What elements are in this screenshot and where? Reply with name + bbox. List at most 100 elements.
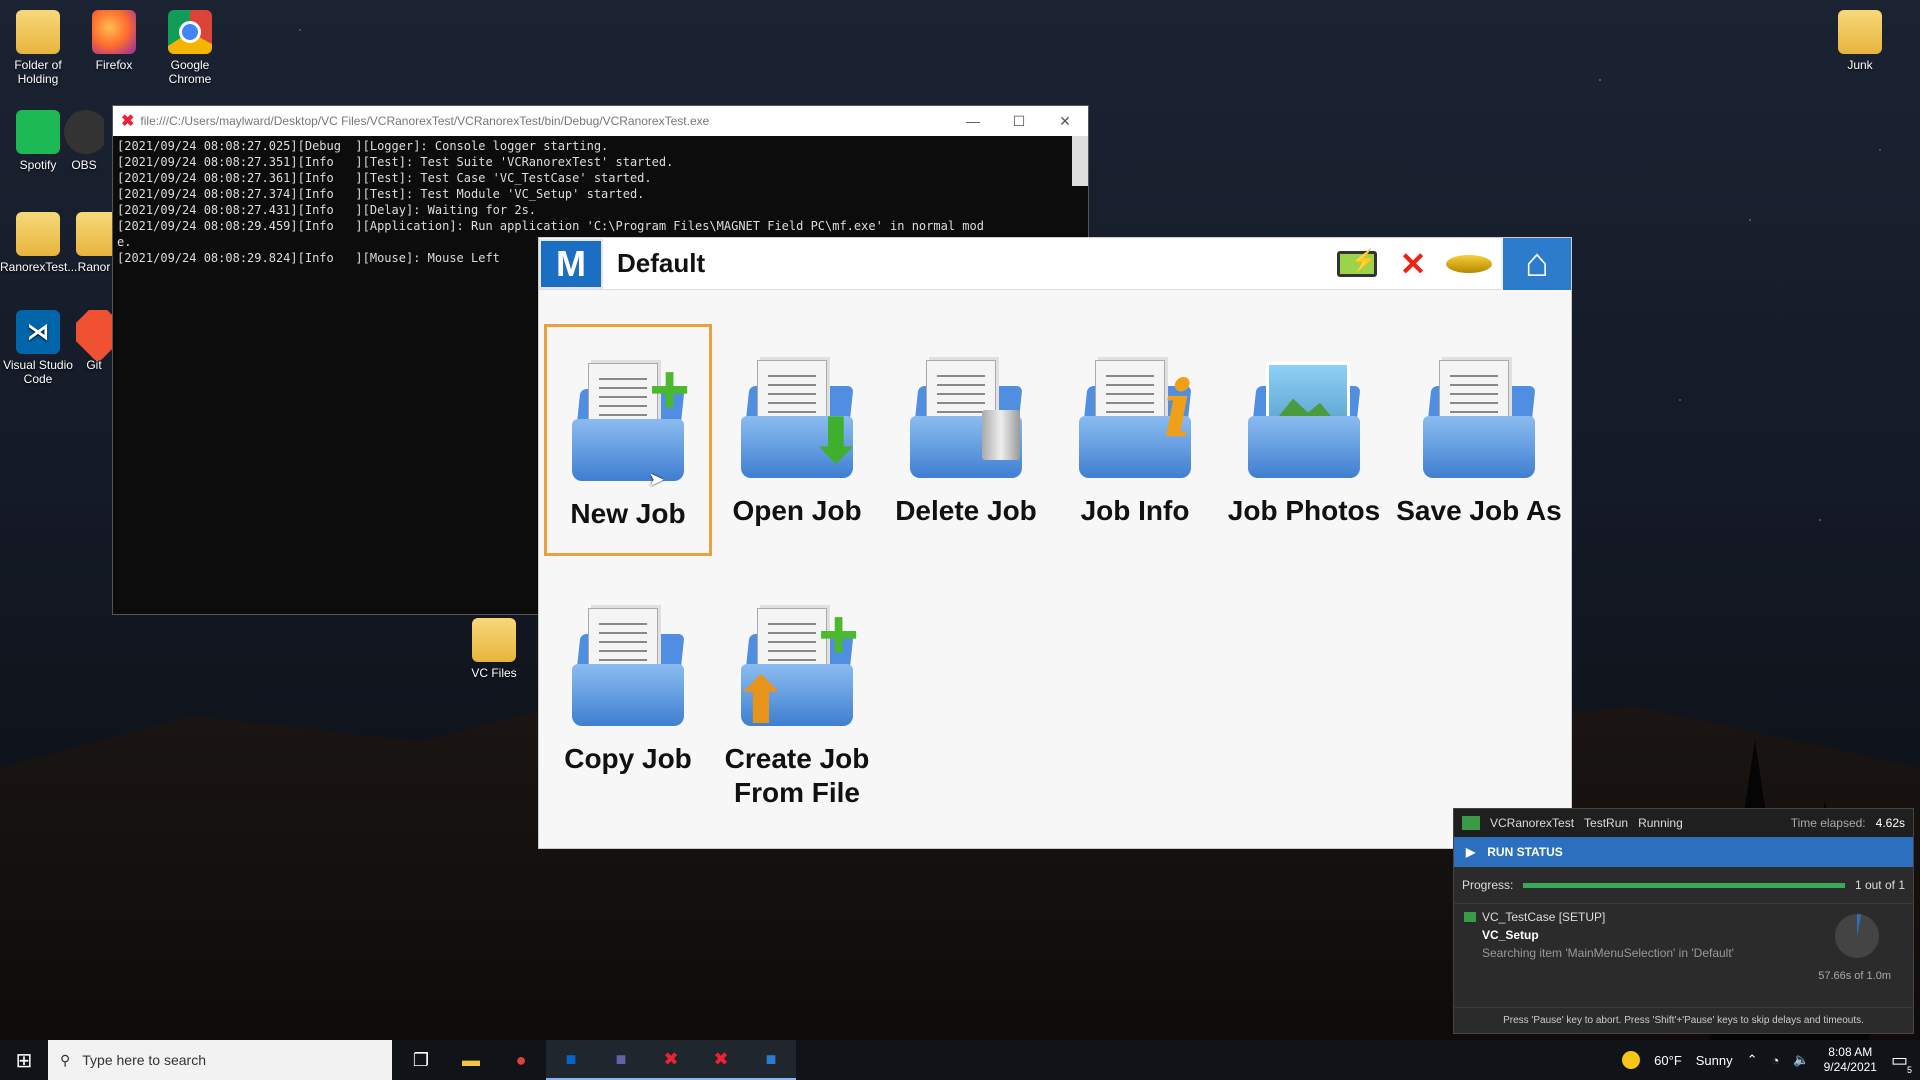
job-info-icon: i — [1065, 346, 1205, 486]
timeout-pie-icon — [1835, 914, 1879, 958]
timeout-text: 57.66s of 1.0m — [1818, 970, 1891, 982]
desktop-icon-ranorextest[interactable]: RanorexTest... — [0, 212, 77, 274]
console-line: [2021/09/24 08:08:29.824][Info ][Mouse]:… — [117, 251, 500, 265]
folder-icon — [16, 212, 60, 256]
console-line: e. — [117, 235, 132, 249]
save-job-as-button[interactable]: Save Job As — [1389, 346, 1569, 528]
clock[interactable]: 8:08 AM 9/24/2021 — [1824, 1045, 1877, 1075]
search-placeholder: Type here to search — [82, 1052, 207, 1068]
create-job-from-file-button[interactable]: + ⬆ Create Job From File — [713, 594, 881, 810]
mouse-cursor-icon: ➤ — [648, 469, 665, 491]
test-case-name: VC_TestCase [SETUP] — [1482, 910, 1606, 924]
maximize-button[interactable]: ☐ — [996, 113, 1042, 130]
task-view-icon[interactable]: ❐ — [396, 1040, 446, 1080]
copy-job-icon — [558, 594, 698, 734]
console-line: [2021/09/24 08:08:27.025][Debug ][Logger… — [117, 139, 609, 153]
desktop-icon-obs[interactable]: OBS — [64, 110, 104, 172]
console-line: [2021/09/24 08:08:29.459][Info ][Applica… — [117, 219, 984, 233]
desktop-icon-vscode[interactable]: ⋊ Visual Studio Code — [0, 310, 76, 386]
weather-sun-icon[interactable] — [1622, 1051, 1641, 1069]
magnet-field-window[interactable]: M Default ✕ ⌂ + ➤ New Job ⬇ Open Job Del… — [538, 237, 1572, 849]
job-photos-icon — [1234, 346, 1374, 486]
ranorex-icon: ✖ — [121, 113, 135, 130]
taskbar-search[interactable]: ⚲ Type here to search — [48, 1040, 392, 1080]
desktop-icon-junk[interactable]: Junk — [1822, 10, 1898, 72]
job-info-button[interactable]: i Job Info — [1051, 346, 1219, 528]
weather-desc[interactable]: Sunny — [1696, 1053, 1733, 1068]
desktop-icon-vc-files[interactable]: VC Files — [456, 618, 532, 680]
magnet-logo-button[interactable]: M — [539, 238, 603, 289]
console-line: [2021/09/24 08:08:27.431][Info ][Delay]:… — [117, 203, 537, 217]
notification-center-button[interactable]: ▭ 5 — [1890, 1049, 1912, 1075]
teams-icon[interactable]: ■ — [596, 1040, 646, 1080]
windows-icon: ⊞ — [15, 1049, 33, 1072]
folder-icon — [16, 10, 60, 54]
test-case-icon — [1464, 912, 1476, 922]
create-job-from-file-icon: + ⬆ — [735, 595, 859, 736]
weather-temp[interactable]: 60°F — [1654, 1053, 1682, 1068]
notification-count: 5 — [1906, 1064, 1912, 1075]
job-photos-button[interactable]: Job Photos — [1220, 346, 1388, 528]
desktop-icon-ranor[interactable]: Ranor — [76, 212, 112, 274]
desktop-icon-folder-of-holding[interactable]: Folder of Holding — [0, 10, 76, 86]
close-button[interactable]: ✕ — [1042, 113, 1088, 130]
progress-bar — [1523, 882, 1845, 888]
save-job-as-icon — [1409, 346, 1549, 486]
file-explorer-icon[interactable]: ▬ — [446, 1040, 496, 1080]
chrome-icon — [168, 10, 212, 54]
firefox-icon — [92, 10, 136, 54]
battery-icon[interactable] — [1333, 242, 1381, 286]
home-button[interactable]: ⌂ — [1501, 237, 1571, 290]
folder-icon — [472, 618, 516, 662]
search-icon: ⚲ — [60, 1051, 71, 1068]
receiver-icon[interactable] — [1445, 242, 1493, 286]
folder-icon — [1838, 10, 1882, 54]
run-item: VC_TestCase [SETUP] VC_Setup Searching i… — [1454, 903, 1913, 1005]
new-job-icon: + ➤ — [558, 349, 698, 491]
git-icon — [76, 310, 112, 364]
console-line: [2021/09/24 08:08:27.374][Info ][Test]: … — [117, 187, 645, 201]
volume-icon[interactable]: 🔈 — [1793, 1052, 1809, 1068]
ranorex-taskbar-icon[interactable]: ✖ — [646, 1040, 696, 1080]
outlook-icon[interactable]: ■ — [546, 1040, 596, 1080]
progress-text: 1 out of 1 — [1854, 878, 1905, 892]
app-header: M Default ✕ ⌂ — [539, 237, 1571, 290]
notification-icon: ▭ — [1890, 1049, 1908, 1070]
delete-job-icon — [896, 346, 1036, 486]
open-job-button[interactable]: ⬇ Open Job — [713, 346, 881, 528]
console-scrollbar[interactable] — [1072, 136, 1088, 186]
vscode-icon: ⋊ — [16, 310, 60, 354]
run-name: TestRun — [1584, 816, 1629, 830]
time-elapsed-value: 4.62s — [1875, 816, 1905, 830]
disconnected-cloud-icon[interactable]: ✕ — [1389, 242, 1437, 286]
desktop-icon-chrome[interactable]: Google Chrome — [152, 10, 228, 86]
run-status-header[interactable]: ▶ RUN STATUS — [1454, 837, 1913, 867]
progress-label: Progress: — [1462, 878, 1514, 892]
desktop-icon-git[interactable]: Git — [76, 310, 112, 372]
copy-job-button[interactable]: Copy Job — [544, 594, 712, 776]
open-job-icon: ⬇ — [727, 346, 867, 486]
folder-icon — [76, 212, 112, 256]
spotify-icon — [16, 110, 60, 154]
minimize-button[interactable]: — — [950, 113, 996, 130]
run-panel-footer: Press 'Pause' key to abort. Press 'Shift… — [1454, 1007, 1913, 1033]
tray-chevron-icon[interactable]: ⌃ — [1747, 1052, 1758, 1068]
console-line: [2021/09/24 08:08:27.361][Info ][Test]: … — [117, 171, 652, 185]
console-titlebar[interactable]: ✖ file:///C:/Users/maylward/Desktop/VC F… — [113, 106, 1088, 136]
console-title: file:///C:/Users/maylward/Desktop/VC Fil… — [140, 114, 710, 128]
play-icon: ▶ — [1466, 845, 1476, 859]
new-job-button[interactable]: + ➤ New Job — [544, 324, 712, 556]
obs-icon — [64, 110, 104, 154]
ranorex-studio-icon[interactable]: ✖ — [696, 1040, 746, 1080]
run-suite-name: VCRanorexTest — [1490, 816, 1575, 830]
desktop-icon-firefox[interactable]: Firefox — [76, 10, 152, 72]
magnet-field-taskbar-icon[interactable]: ■ — [746, 1040, 796, 1080]
ranorex-run-panel[interactable]: VCRanorexTest TestRun Running Time elaps… — [1453, 808, 1914, 1034]
delete-job-button[interactable]: Delete Job — [882, 346, 1050, 528]
run-state: Running — [1638, 816, 1683, 830]
console-line: [2021/09/24 08:08:27.351][Info ][Test]: … — [117, 155, 674, 169]
chrome-taskbar-icon[interactable]: ● — [496, 1040, 546, 1080]
start-button[interactable]: ⊞ — [0, 1040, 48, 1080]
network-icon[interactable]: ◔ — [1772, 1053, 1780, 1068]
home-icon: ⌂ — [1524, 241, 1550, 285]
